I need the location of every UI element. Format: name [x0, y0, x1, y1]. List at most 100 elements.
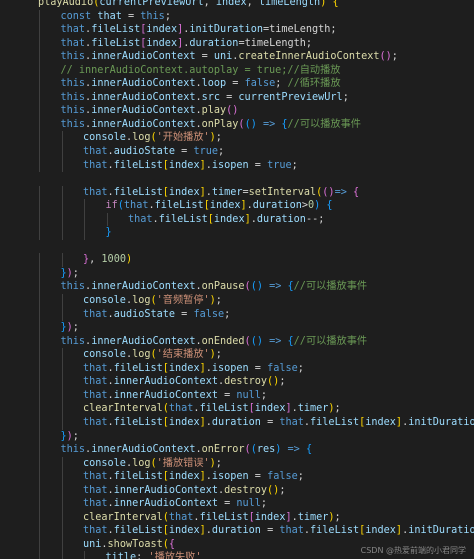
code-line[interactable]: // innerAudioContext.autoplay = true;//自… [0, 63, 474, 78]
code-line[interactable]: }); [0, 266, 474, 281]
code-token: that [168, 403, 194, 415]
code-line[interactable]: this.innerAudioContext.onPause(() => {//… [0, 280, 474, 295]
code-token: ; [215, 132, 222, 144]
code-token: ; [72, 430, 79, 442]
code-line[interactable]: this.innerAudioContext.loop = false; //循… [0, 77, 474, 91]
indent-guide [39, 375, 40, 389]
code-line[interactable] [0, 172, 474, 186]
code-line-content: this.innerAudioContext = uni.createInner… [38, 51, 398, 62]
indent-guide [39, 537, 40, 552]
code-line-content: this.innerAudioContext.loop = false; //循… [38, 78, 341, 89]
code-line-content: that.fileList[index].duration = that.fil… [38, 417, 474, 428]
code-line-content: console.log('开始播放'); [38, 132, 222, 143]
code-token: false [267, 471, 298, 483]
code-line[interactable]: that.innerAudioContext.destroy(); [0, 375, 474, 389]
code-line[interactable]: that.fileList[index].timer=setInterval((… [0, 185, 474, 200]
code-token: = [121, 10, 141, 22]
code-token: index [254, 511, 286, 523]
code-token: index [168, 159, 200, 171]
indent-guide [39, 266, 40, 281]
code-line[interactable]: console.log('播放错误'); [0, 456, 474, 471]
indent-guide [61, 361, 63, 376]
code-token: //循环播放 [287, 78, 341, 90]
code-line[interactable]: clearInterval(that.fileList[index].timer… [0, 402, 474, 416]
code-token: timer [297, 403, 329, 415]
code-token: that [83, 362, 108, 374]
code-token: that [83, 484, 108, 496]
indent-guide [39, 470, 40, 484]
indent-guide [61, 145, 63, 159]
code-line[interactable]: clearInterval(that.fileList[index].timer… [0, 510, 474, 525]
code-line[interactable]: that.fileList[index].duration=timeLength… [0, 36, 474, 51]
code-line[interactable]: that.audioState = true; [0, 145, 474, 159]
code-editor[interactable]: playAudio(currentPreviewUrl, index, time… [0, 0, 474, 559]
code-line[interactable]: }); [0, 321, 474, 335]
code-line[interactable]: if(that.fileList[index].duration>0) { [0, 199, 474, 213]
code-line[interactable]: that.audioState = false; [0, 307, 474, 322]
code-token: ; [297, 362, 304, 374]
code-token: fileList [91, 37, 141, 49]
code-token: // innerAudioContext.autoplay = true;//自… [60, 64, 341, 76]
code-line[interactable]: this.innerAudioContext.onPlay(() => {//可… [0, 117, 474, 132]
code-line[interactable]: that.fileList[index].isopen = false; [0, 361, 474, 376]
code-token: ; [260, 498, 268, 510]
code-line[interactable]: this.innerAudioContext.play() [0, 104, 474, 118]
indent-guide [39, 348, 40, 362]
code-line[interactable]: playAudio(currentPreviewUrl, index, time… [0, 0, 474, 10]
code-token: index [146, 37, 178, 49]
code-line[interactable]: console.log('结束播放'); [0, 348, 474, 362]
code-token: = [220, 91, 239, 103]
code-line[interactable]: console.log('开始播放'); [0, 131, 474, 146]
code-line[interactable] [0, 240, 474, 254]
indent-guide [39, 429, 40, 444]
code-token: ; [215, 349, 222, 361]
code-token: that [83, 471, 108, 483]
code-line[interactable]: const that = this; [0, 9, 474, 24]
code-token: index [254, 403, 286, 415]
indent-guide [39, 226, 40, 240]
code-line-content: that.fileList[index].isopen = false; [38, 471, 304, 482]
code-line[interactable]: that.fileList[index].duration = that.fil… [0, 415, 474, 430]
code-line[interactable]: that.fileList[index].isopen = true; [0, 158, 474, 173]
code-token: fileList [113, 416, 163, 428]
indent-guide [39, 524, 40, 538]
code-token: that [123, 200, 149, 212]
code-token: fileList [113, 471, 163, 483]
indent-guide [39, 294, 40, 308]
code-line[interactable]: }); [0, 429, 474, 444]
code-line[interactable]: that.fileList[index].initDuration=timeLe… [0, 23, 474, 37]
code-token: innerAudioContext [113, 498, 218, 510]
code-token: index [209, 200, 241, 212]
code-line[interactable]: this.innerAudioContext.onError((res) => … [0, 443, 474, 457]
code-line[interactable]: } [0, 226, 474, 240]
code-token: this [60, 281, 86, 293]
code-line[interactable]: this.innerAudioContext.onEnded(() => {//… [0, 334, 474, 349]
code-line[interactable]: that.innerAudioContext = null; [0, 388, 474, 403]
indent-guide [39, 145, 40, 159]
code-token: isopen [211, 362, 249, 374]
indent-guide [61, 537, 63, 552]
code-line[interactable]: that.fileList[index].duration = that.fil… [0, 524, 474, 538]
indent-guide [61, 185, 63, 200]
code-line[interactable]: this.innerAudioContext = uni.createInner… [0, 50, 474, 64]
code-token: { [168, 538, 176, 550]
code-token: () [226, 105, 239, 117]
code-token: { [326, 200, 333, 212]
code-line[interactable]: that.innerAudioContext = null; [0, 497, 474, 511]
code-line[interactable]: that.fileList[index].isopen = false; [0, 470, 474, 484]
code-token: = [217, 498, 237, 510]
code-token: = [260, 525, 280, 537]
code-line[interactable]: that.fileList[index].duration--; [0, 212, 474, 227]
code-line[interactable]: }, 1000) [0, 253, 474, 267]
code-line[interactable]: that.innerAudioContext.destroy(); [0, 483, 474, 498]
code-token: log [132, 349, 151, 361]
code-token: ; [260, 389, 268, 401]
code-line[interactable]: console.log('音频暂停'); [0, 294, 474, 308]
code-token: ; [391, 51, 398, 63]
code-token: index [146, 24, 178, 36]
code-token: '播放失败' [148, 552, 202, 559]
code-line[interactable]: this.innerAudioContext.src = currentPrev… [0, 90, 474, 105]
code-area[interactable]: playAudio(currentPreviewUrl, index, time… [0, 0, 474, 559]
code-token: () [250, 335, 263, 347]
code-token: onPause [201, 281, 245, 293]
